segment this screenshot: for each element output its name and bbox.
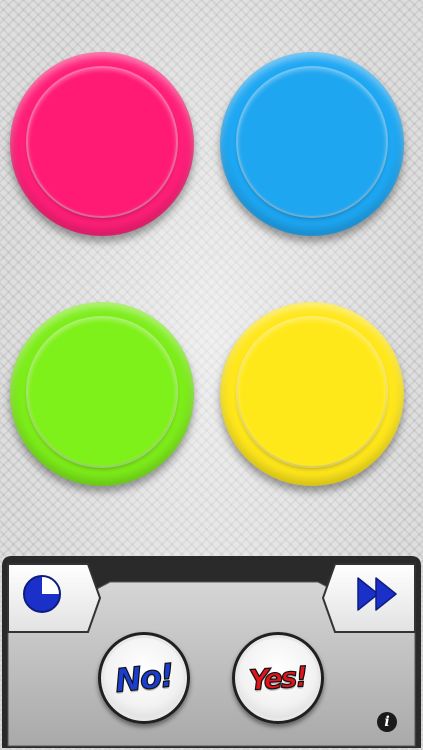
blue-color-button[interactable] <box>220 52 404 236</box>
pink-color-button[interactable] <box>10 52 194 236</box>
no-label: No! <box>113 656 175 701</box>
blue-button-face <box>238 68 386 216</box>
skip-button[interactable] <box>352 572 402 616</box>
yes-button[interactable]: Yes! <box>232 632 324 724</box>
fast-forward-icon <box>357 577 397 611</box>
info-button[interactable]: i <box>377 712 397 732</box>
green-color-button[interactable] <box>10 302 194 486</box>
green-button-face <box>28 318 176 466</box>
no-button[interactable]: No! <box>98 632 190 724</box>
pink-button-face <box>28 68 176 216</box>
pie-clock-icon <box>23 575 61 613</box>
yes-label: Yes! <box>248 659 308 697</box>
timer-button[interactable] <box>20 572 64 616</box>
yellow-color-button[interactable] <box>220 302 404 486</box>
yellow-button-face <box>238 318 386 466</box>
info-icon: i <box>384 714 390 730</box>
